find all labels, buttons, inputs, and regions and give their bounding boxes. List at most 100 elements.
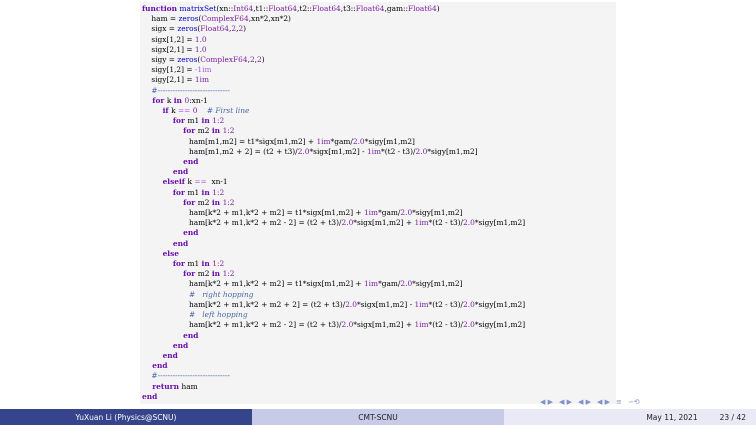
code-token: sigx[1,2] = [142, 34, 195, 44]
code-line: end [142, 361, 167, 370]
code-token: in [211, 269, 223, 279]
code-token: zeros [177, 24, 198, 34]
code-token: ham[k*2 + m1,k*2 + m2] = t1*sigx[m1,m2] … [142, 279, 364, 289]
footer-date-page: May 11, 2021 23 / 42 [504, 409, 756, 425]
code-line: # right hopping [142, 290, 253, 299]
code-token: 1im [366, 146, 382, 156]
code-token: Float64 [268, 4, 297, 13]
code-token: ham[k*2 + m1,k*2 + m2 + 2] = (t2 + t3)/ [142, 299, 346, 309]
code-token: *sigy[m1,m2] [364, 136, 415, 146]
code-token: else [142, 248, 179, 258]
code-line: # left hopping [142, 310, 248, 319]
code-token: 2.0 [400, 208, 413, 218]
code-token: elseif [142, 177, 188, 187]
code-token: in [211, 197, 223, 207]
code-token: zeros [177, 55, 198, 65]
nav-subsection-icon[interactable]: ◀ ▶ [597, 398, 610, 406]
nav-right-icon[interactable]: ◀ ▶ [559, 398, 572, 406]
code-token: ham [181, 381, 198, 391]
code-line: end [142, 157, 198, 166]
code-token: m1 [187, 259, 202, 269]
code-line: sigx[1,2] = 1.0 [142, 34, 206, 44]
nav-section-icon[interactable]: ◀ ▶ [578, 398, 591, 406]
page-number: 23 / 42 [719, 412, 746, 422]
code-token: 2.0 [463, 299, 475, 309]
code-line: #----------------------------- [142, 371, 230, 380]
code-token: ,xn*2,xn*2) [248, 14, 291, 24]
code-token: *gam/ [378, 279, 401, 289]
code-token: 1:2 [222, 269, 235, 279]
code-token: 1im [414, 320, 429, 330]
code-token: in [201, 259, 213, 269]
code-token: *sigy[m1,m2] [427, 146, 478, 156]
code-token: -1im [194, 65, 212, 75]
code-line: for k in 0:xn-1 [142, 96, 208, 105]
code-token: Float64 [407, 4, 437, 13]
code-token: ham[m1,m2] = t1*sigx[m1,m2] + [142, 136, 317, 146]
code-token: *(t2 - t3)/ [428, 218, 464, 228]
code-token: function [142, 4, 180, 13]
code-token: m1 [187, 187, 202, 197]
code-token: in [201, 187, 213, 197]
code-token: 2.0 [415, 146, 428, 156]
beamer-navigation: ◀ ▶ ◀ ▶ ◀ ▶ ◀ ▶ ≡ ∽⟲ [540, 398, 640, 406]
code-token: sigx = [142, 24, 178, 34]
code-line: sigy[2,1] = 1im [142, 75, 209, 84]
code-token: in [211, 126, 223, 136]
code-token: for [142, 187, 188, 197]
code-token: end [142, 350, 178, 360]
nav-search-icon[interactable]: ∽⟲ [628, 398, 640, 406]
code-token: # left hopping [142, 310, 248, 320]
code-token: # First line [197, 106, 250, 116]
code-token: m1 [187, 116, 202, 126]
code-line: end [142, 351, 178, 360]
footer-author: YuXuan Li (Physics@SCNU) [0, 409, 252, 425]
code-token: # right hopping [142, 289, 254, 299]
code-token: == [194, 177, 207, 187]
code-text: function matrixSet(xn::Int64,t1::Float64… [142, 4, 525, 402]
code-token: 1:2 [212, 187, 225, 197]
code-line: for m2 in 1:2 [142, 198, 234, 207]
code-token: if [142, 106, 172, 116]
code-token: ,t1:: [253, 4, 269, 13]
code-token: end [142, 330, 199, 340]
code-token: sigy[1,2] = [142, 65, 195, 75]
code-token: Float64 [355, 4, 385, 13]
nav-left-icon[interactable]: ◀ ▶ [540, 398, 553, 406]
code-token: #----------------------------- [142, 85, 231, 95]
code-token: ham[m1,m2 + 2] = (t2 + t3)/ [142, 146, 298, 156]
code-token: (xn:: [216, 4, 234, 13]
code-line: sigy[1,2] = -1im [142, 65, 211, 74]
nav-frame-icon[interactable]: ≡ [616, 398, 622, 406]
code-line: end [142, 167, 188, 176]
footer-bar: YuXuan Li (Physics@SCNU) CMT-SCNU May 11… [0, 409, 756, 425]
code-line: sigy = zeros(ComplexF64,2,2) [142, 55, 264, 65]
code-token: Int64 [233, 4, 254, 13]
code-line: sigx = zeros(Float64,2,2) [142, 24, 246, 33]
code-token: end [142, 391, 158, 401]
code-token: ,gam:: [384, 4, 408, 13]
code-token: *(t2 - t3)/ [428, 320, 464, 330]
code-token: zeros [178, 14, 199, 24]
code-token: for [142, 116, 188, 126]
code-token: *sigy[m1,m2] [474, 218, 526, 228]
code-token: k [166, 95, 174, 105]
code-token: 1:2 [222, 126, 235, 136]
code-line: for m1 in 1:2 [142, 188, 224, 197]
code-token: end [142, 228, 199, 238]
code-token: ,t2:: [297, 4, 313, 13]
code-token: ham[k*2 + m1,k*2 + m2 - 2] = (t2 + t3)/ [142, 320, 342, 330]
code-token: 2.0 [352, 136, 365, 146]
code-token: return [142, 381, 182, 391]
code-token: ComplexF64 [201, 14, 249, 24]
code-token: sigx[2,1] = [142, 44, 195, 54]
code-line: ham[k*2 + m1,k*2 + m2] = t1*sigx[m1,m2] … [142, 208, 462, 217]
code-token: 2.0 [341, 320, 354, 330]
code-token: ) [243, 24, 247, 34]
code-line: for m1 in 1:2 [142, 116, 224, 125]
code-token: xn-1 [206, 177, 228, 187]
code-token: 2.0 [463, 218, 475, 228]
code-token: Float64 [200, 24, 230, 34]
code-token: end [142, 238, 189, 248]
code-line: sigx[2,1] = 1.0 [142, 44, 206, 54]
